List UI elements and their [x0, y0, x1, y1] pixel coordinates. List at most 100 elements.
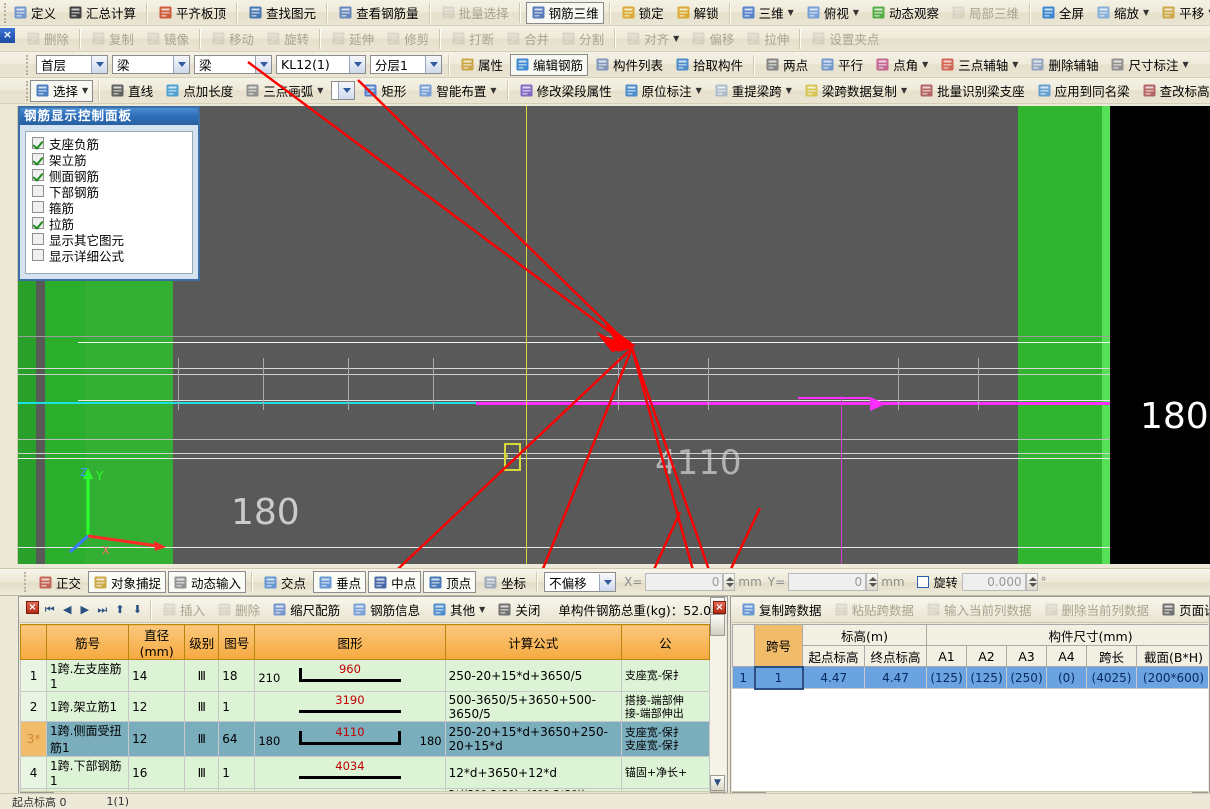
- toolbar-button-apply-same-name-beam[interactable]: 应用到同名梁: [1032, 80, 1135, 102]
- toolbar-button-parallel[interactable]: 平行: [815, 54, 868, 76]
- drawing-status-bar[interactable]: 正交 对象捕捉 动态输入 交点 垂点 中点 顶点 坐标 不偏移 X= 0 mm Y= 0 mm 旋转 0.000…: [0, 568, 1210, 596]
- cell-shape[interactable]: 960 210: [254, 659, 446, 692]
- chevron-down-icon[interactable]: [173, 56, 189, 73]
- chevron-down-icon[interactable]: ▼: [788, 8, 794, 17]
- last-record-icon[interactable]: ⏭: [95, 601, 111, 619]
- component-select[interactable]: KL12(1): [276, 55, 366, 74]
- chevron-down-icon[interactable]: ▼: [490, 86, 496, 95]
- toolbar-button-edit-beam-segment[interactable]: 修改梁段属性: [514, 80, 617, 102]
- scroll-thumb[interactable]: [710, 614, 725, 636]
- rotate-checkbox[interactable]: [916, 576, 929, 588]
- snap-toggle-midpoint-snap[interactable]: 中点: [368, 571, 422, 593]
- toolbar-button-copy-span-data[interactable]: 梁跨数据复制 ▼: [799, 80, 912, 102]
- close-left-pane-icon[interactable]: ×: [26, 601, 39, 614]
- toolbar-button-sigma[interactable]: 汇总计算: [63, 2, 141, 24]
- column-header[interactable]: 筋号: [46, 624, 130, 660]
- chevron-down-icon[interactable]: ▼: [786, 86, 792, 95]
- toolbar-button-pan[interactable]: 平移▼: [1156, 2, 1210, 24]
- chevron-down-icon[interactable]: [91, 56, 107, 73]
- chevron-down-icon[interactable]: ▼: [901, 86, 907, 95]
- column-header[interactable]: A2: [966, 645, 1007, 667]
- cell-end-elevation[interactable]: 4.47: [864, 666, 927, 689]
- chevron-down-icon[interactable]: [425, 56, 441, 73]
- scroll-track[interactable]: [710, 636, 726, 775]
- toolbar-button-point-plus-length[interactable]: 点加长度: [160, 80, 238, 102]
- cell-section[interactable]: (200*600): [1136, 666, 1208, 689]
- cell-a1[interactable]: (125): [926, 666, 967, 689]
- toolbar-button-rebar-3d[interactable]: 钢筋三维: [525, 1, 604, 24]
- span-data-toolbar[interactable]: 复制跨数据粘贴跨数据输入当前列数据删除当前列数据页面设置调换起始跨: [731, 597, 1209, 623]
- cell-a4[interactable]: (0): [1046, 666, 1087, 689]
- column-header[interactable]: 起点标高: [802, 645, 865, 667]
- toolbar-button-cursor[interactable]: 选择 ▼: [30, 79, 94, 102]
- table-row[interactable]: 3* 1跨.侧面受扭筋1 12 Ⅲ 64 4110 180 180 250-20+15*d+36…: [20, 721, 710, 757]
- toolbar-button-batch-identify-support[interactable]: 批量识别梁支座: [914, 80, 1030, 102]
- subcategory-select[interactable]: 梁: [194, 55, 272, 74]
- toolbar-grip[interactable]: [24, 572, 31, 592]
- toolbar-button-cube[interactable]: 三维 ▼: [736, 2, 799, 24]
- cell-grade[interactable]: Ⅲ: [184, 659, 220, 692]
- chevron-down-icon[interactable]: [255, 56, 271, 73]
- chevron-down-icon[interactable]: ▼: [317, 86, 323, 95]
- checkbox-unchecked-icon[interactable]: [32, 249, 44, 261]
- checkbox-checked-icon[interactable]: [32, 137, 44, 149]
- toolbar-close-icon[interactable]: ×: [0, 28, 15, 43]
- toolbar-button-copy-span[interactable]: 复制跨数据: [736, 599, 827, 621]
- cell-formula-desc[interactable]: 支座宽-保扌 支座宽-保扌: [620, 721, 710, 757]
- toolbar-row-component[interactable]: 首层梁梁 KL12(1) 分层1 属性 编辑钢筋 构件列表 拾取构件 两点 平行 点角 ▼ 三点辅轴 ▼…: [0, 52, 1210, 78]
- cell-drawing-no[interactable]: 18: [218, 659, 256, 692]
- prev-record-icon[interactable]: ◀: [60, 601, 76, 619]
- toolbar-button-component-list[interactable]: 构件列表: [590, 54, 668, 76]
- toolbar-button-scale-rebar[interactable]: 缩尺配筋: [267, 599, 345, 621]
- cell-formula[interactable]: 12*d+3650+12*d: [444, 756, 622, 789]
- cell-diameter[interactable]: 16: [128, 756, 186, 789]
- rebar-display-option[interactable]: 显示详细公式: [32, 247, 192, 264]
- rebar-detail-table[interactable]: 筋号 直径(mm) 级别 图号 图形 计算公式公 1 1跨.左支座筋1 14 Ⅲ 18 960 210 2…: [20, 624, 710, 791]
- cell-start-elevation[interactable]: 4.47: [802, 666, 865, 689]
- span-data-pane[interactable]: 复制跨数据粘贴跨数据输入当前列数据删除当前列数据页面设置调换起始跨 跨号标高(m…: [730, 596, 1210, 809]
- toolbar-button-re-extract-span[interactable]: 重提梁跨 ▼: [709, 80, 797, 102]
- toolbar-grip[interactable]: [26, 80, 28, 101]
- toolbar-button-align-slab-top[interactable]: 平齐板顶: [153, 2, 231, 24]
- checkbox-unchecked-icon[interactable]: [32, 185, 44, 197]
- checkbox-checked-icon[interactable]: [32, 169, 44, 181]
- toolbar-button-unlock[interactable]: 解锁: [671, 2, 724, 24]
- cell-rebar-name[interactable]: 1跨.下部钢筋1: [46, 756, 130, 789]
- column-header[interactable]: 截面(B*H): [1136, 645, 1208, 667]
- cell-span-length[interactable]: (4025): [1086, 666, 1137, 689]
- column-header[interactable]: 级别: [184, 624, 220, 660]
- toolbar-button-page-setup[interactable]: 页面设置: [1156, 599, 1209, 621]
- scroll-down-icon[interactable]: ▼: [710, 775, 725, 791]
- toolbar-button-smart-layout[interactable]: 智能布置 ▼: [413, 80, 501, 102]
- cell-diameter[interactable]: 12: [128, 721, 186, 757]
- status-toggle-dynamic-input[interactable]: 动态输入: [168, 571, 247, 593]
- cell-rebar-name[interactable]: 1跨.侧面受扭筋1: [46, 721, 130, 757]
- toolbar-row-main[interactable]: 定义 汇总计算 平齐板顶 查找图元 查看钢筋量 批量选择 钢筋三维 锁定 解锁 三维 ▼ 俯视 ▼ 动态观…: [0, 0, 1210, 26]
- offset-mode-select[interactable]: 不偏移: [544, 572, 617, 592]
- table-row[interactable]: 2 1跨.架立筋1 12 Ⅲ 1 3190 500-3650/5+3650+500-3650…: [20, 691, 710, 722]
- column-header[interactable]: 直径(mm): [128, 624, 186, 660]
- cell-shape[interactable]: 4110 180 180: [254, 721, 446, 757]
- snap-toggle-vertex-snap[interactable]: 顶点: [423, 571, 477, 593]
- toolbar-button-two-point[interactable]: 两点: [760, 54, 813, 76]
- cell-span-no[interactable]: 1: [753, 665, 804, 690]
- toolbar-button-other[interactable]: 其他 ▼: [427, 599, 490, 621]
- status-toggle-object-snap[interactable]: 对象捕捉: [88, 571, 167, 593]
- cell-rebar-name[interactable]: 1跨.左支座筋1: [46, 659, 130, 692]
- chevron-down-icon[interactable]: [599, 573, 616, 591]
- toolbar-button-edit-rebar[interactable]: 编辑钢筋: [510, 53, 589, 76]
- column-header[interactable]: 计算公式: [444, 624, 622, 660]
- snap-toggle-perpendicular-snap[interactable]: 垂点: [313, 571, 367, 593]
- category-select[interactable]: 梁: [112, 55, 190, 74]
- floor-select[interactable]: 首层: [36, 55, 108, 74]
- toolbar-button-close-pane[interactable]: 关闭: [492, 599, 545, 621]
- toolbar-button-edit-elevation[interactable]: 查改标高: [1137, 80, 1210, 102]
- panel-checkbox-list[interactable]: 支座负筋 架立筋 侧面钢筋 下部钢筋 箍筋 拉筋 显示其它图元 显示详细公式: [25, 131, 193, 274]
- column-header[interactable]: 图号: [218, 624, 256, 660]
- cell-formula-desc[interactable]: 搭接-端部伸 接-端部伸出: [620, 691, 710, 722]
- cell-formula-desc[interactable]: 支座宽-保扌: [620, 659, 710, 692]
- toolbar-button-point-angle[interactable]: 点角 ▼: [870, 54, 933, 76]
- cell-drawing-no[interactable]: 1: [218, 756, 256, 789]
- toolbar-button-rectangle[interactable]: 矩形: [358, 80, 411, 102]
- column-header[interactable]: A3: [1006, 645, 1047, 667]
